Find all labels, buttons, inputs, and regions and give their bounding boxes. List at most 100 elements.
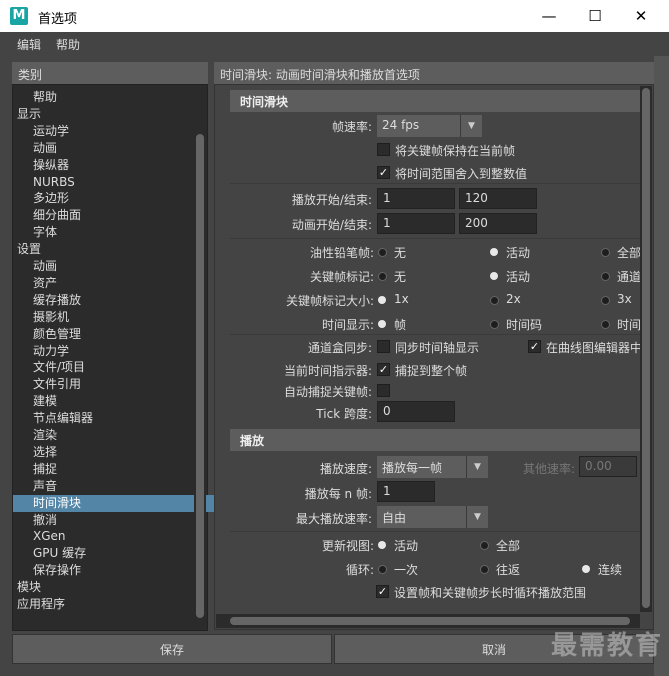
- grease-pencil-option-label: 活动: [506, 246, 531, 260]
- loop-radio[interactable]: [582, 565, 590, 573]
- grease-pencil-option-label: 全部: [617, 246, 642, 260]
- category-group[interactable]: 显示: [13, 106, 199, 123]
- category-item[interactable]: 运动学: [13, 123, 215, 140]
- sync-time-checkbox[interactable]: [377, 340, 390, 353]
- category-item[interactable]: 帮助: [13, 89, 215, 106]
- update-view-radio[interactable]: [378, 541, 386, 549]
- save-button[interactable]: 保存: [12, 634, 332, 664]
- category-scroll-thumb[interactable]: [196, 134, 204, 618]
- category-item[interactable]: XGen: [13, 528, 215, 545]
- chevron-down-icon[interactable]: ▼: [460, 115, 482, 137]
- grease-pencil-radio[interactable]: [490, 248, 498, 256]
- playback-speed-dropdown[interactable]: 播放每一帧: [377, 456, 467, 478]
- time-display-radio[interactable]: [378, 320, 386, 328]
- tick-size-radio[interactable]: [490, 296, 499, 305]
- grease-pencil-label: 油性铅笔帧:: [309, 246, 374, 260]
- framerate-label: 帧速率:: [331, 120, 372, 134]
- keep-keys-checkbox[interactable]: [377, 143, 390, 156]
- key-ticks-radio[interactable]: [490, 272, 498, 280]
- time-display-option-label: 时间码: [506, 318, 543, 332]
- category-item[interactable]: 渲染: [13, 427, 215, 444]
- category-item[interactable]: NURBS: [13, 174, 215, 191]
- section-header-playback[interactable]: 播放: [230, 429, 640, 451]
- category-group[interactable]: 应用程序: [13, 596, 199, 613]
- divider: [230, 238, 640, 239]
- tick-span-label: Tick 跨度:: [316, 407, 372, 421]
- category-item[interactable]: 建模: [13, 393, 215, 410]
- grease-pencil-radio[interactable]: [378, 248, 387, 257]
- tick-size-option-label: 3x: [617, 292, 632, 306]
- every-n-field[interactable]: 1: [377, 481, 435, 502]
- key-ticks-radio[interactable]: [378, 272, 387, 281]
- category-item[interactable]: 动画: [13, 140, 215, 157]
- category-item[interactable]: 动力学: [13, 343, 215, 360]
- category-item[interactable]: 字体: [13, 224, 215, 241]
- chevron-down-icon[interactable]: ▼: [466, 456, 488, 478]
- category-item[interactable]: 缓存播放: [13, 292, 215, 309]
- menu-bar: 编辑 帮助: [0, 32, 669, 56]
- framerate-dropdown[interactable]: 24 fps: [377, 115, 461, 137]
- panel-vertical-scroll-thumb[interactable]: [642, 88, 650, 608]
- panel-horizontal-scroll-thumb[interactable]: [230, 617, 630, 625]
- category-item[interactable]: 选择: [13, 444, 215, 461]
- update-view-option-label: 活动: [394, 539, 419, 553]
- category-list: 帮助 显示 运动学 动画 操纵器 NURBS 多边形 细分曲面 字体 设置 动画 资产 缓存播放 摄影机颜…: [12, 84, 215, 631]
- loop-keys-checkbox[interactable]: ✓: [376, 585, 389, 598]
- autosnap-checkbox[interactable]: [377, 384, 390, 397]
- chevron-down-icon[interactable]: ▼: [466, 506, 488, 528]
- playback-end-field[interactable]: 120: [459, 188, 537, 209]
- category-item[interactable]: 声音: [13, 478, 215, 495]
- section-header-timeslider[interactable]: 时间滑块: [230, 90, 640, 112]
- loop-radio[interactable]: [480, 565, 489, 574]
- anim-end-field[interactable]: 200: [459, 213, 537, 234]
- key-ticks-radio[interactable]: [601, 272, 610, 281]
- category-item[interactable]: 文件/项目: [13, 359, 215, 376]
- category-item[interactable]: 颜色管理: [13, 326, 215, 343]
- tick-span-field[interactable]: 0: [377, 401, 455, 422]
- time-display-radio[interactable]: [490, 320, 499, 329]
- maximize-icon[interactable]: ☐: [572, 0, 618, 32]
- category-item[interactable]: 时间滑块: [13, 494, 215, 512]
- menu-help[interactable]: 帮助: [56, 36, 80, 53]
- category-item[interactable]: 文件引用: [13, 376, 215, 393]
- category-item[interactable]: 细分曲面: [13, 207, 215, 224]
- tick-size-label: 关键帧标记大小:: [285, 294, 374, 308]
- other-speed-field[interactable]: 0.00: [579, 456, 637, 477]
- category-item[interactable]: GPU 缓存: [13, 545, 215, 562]
- update-view-radio[interactable]: [480, 541, 489, 550]
- max-speed-dropdown[interactable]: 自由: [377, 506, 467, 528]
- minimize-icon[interactable]: —: [526, 0, 572, 32]
- category-group[interactable]: 设置: [13, 241, 199, 258]
- panel-header: 时间滑块: 动画时间滑块和播放首选项: [214, 62, 654, 84]
- category-item[interactable]: 多边形: [13, 190, 215, 207]
- grease-pencil-radio[interactable]: [601, 248, 610, 257]
- category-item[interactable]: 保存操作: [13, 562, 215, 579]
- menu-edit[interactable]: 编辑: [17, 36, 41, 53]
- anim-start-field[interactable]: 1: [377, 213, 455, 234]
- max-speed-label: 最大播放速率:: [295, 512, 372, 526]
- close-icon[interactable]: ✕: [618, 0, 664, 32]
- update-view-label: 更新视图:: [321, 539, 374, 553]
- category-item[interactable]: 节点编辑器: [13, 410, 215, 427]
- maya-app-icon: M: [10, 7, 28, 25]
- loop-radio[interactable]: [378, 565, 387, 574]
- time-display-radio[interactable]: [601, 320, 610, 329]
- tick-size-radio[interactable]: [378, 296, 386, 304]
- category-item[interactable]: 摄影机: [13, 309, 215, 326]
- keep-keys-label: 将关键帧保持在当前帧: [395, 144, 516, 158]
- playback-start-field[interactable]: 1: [377, 188, 455, 209]
- loop-option-label: 往返: [496, 563, 521, 577]
- category-group[interactable]: 模块: [13, 579, 199, 596]
- graph-editor-checkbox[interactable]: ✓: [528, 340, 541, 353]
- tick-size-option-label: 1x: [394, 292, 409, 306]
- category-item[interactable]: 操纵器: [13, 157, 215, 174]
- category-item[interactable]: 资产: [13, 275, 215, 292]
- snap-range-label: 将时间范围舍入到整数值: [395, 167, 528, 181]
- tick-size-radio[interactable]: [601, 296, 610, 305]
- snap-whole-checkbox[interactable]: ✓: [377, 363, 390, 376]
- loop-label: 循环:: [345, 563, 374, 577]
- category-item[interactable]: 撤消: [13, 512, 215, 529]
- category-item[interactable]: 捕捉: [13, 461, 215, 478]
- category-item[interactable]: 动画: [13, 258, 215, 275]
- snap-range-checkbox[interactable]: ✓: [377, 166, 390, 179]
